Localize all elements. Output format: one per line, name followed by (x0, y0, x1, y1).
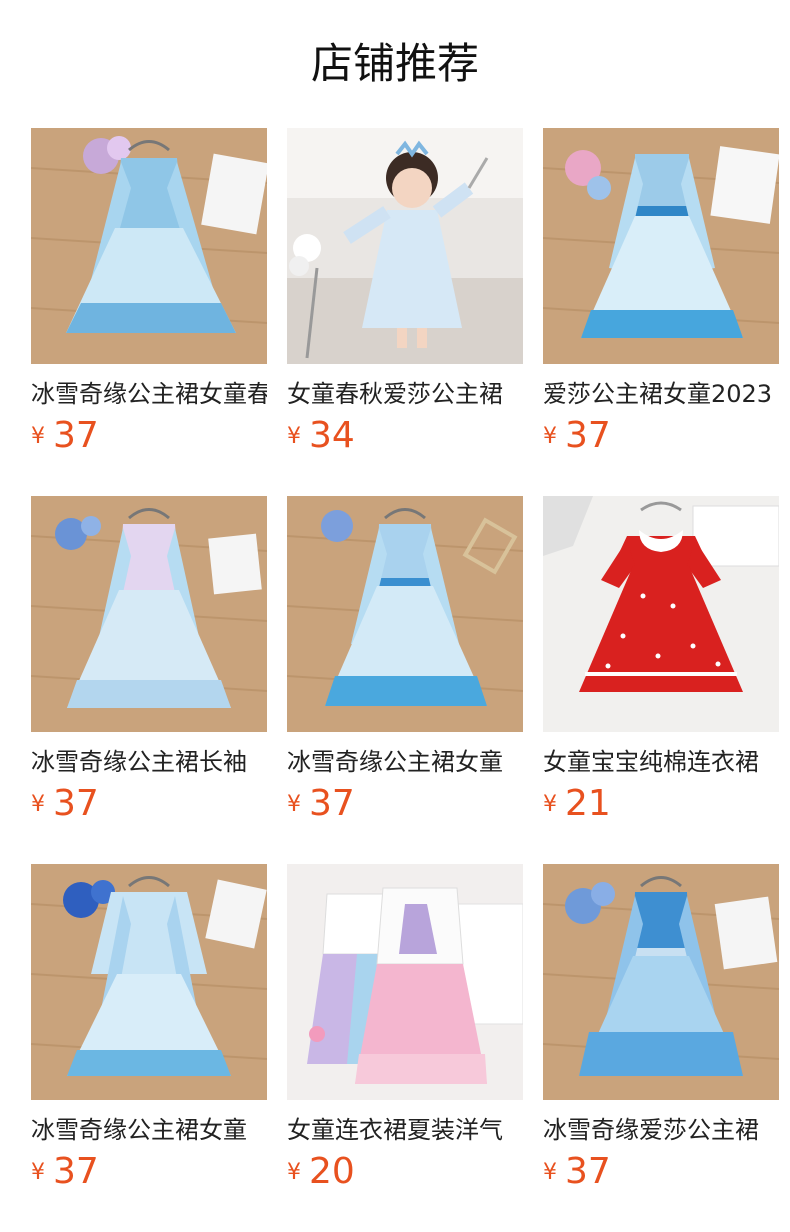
product-name[interactable]: 冰雪奇缘公主裙女童 (31, 1114, 267, 1150)
product-card[interactable]: 女童宝宝纯棉连衣裙 ¥21 (543, 496, 779, 836)
currency-symbol: ¥ (543, 792, 557, 817)
product-card[interactable]: 冰雪奇缘爱莎公主裙 ¥37 (543, 864, 779, 1204)
product-card[interactable]: 冰雪奇缘公主裙女童春秋 ¥37 (31, 128, 267, 468)
product-image[interactable] (31, 864, 267, 1100)
product-image[interactable] (31, 496, 267, 732)
product-image[interactable] (287, 496, 523, 732)
product-price: ¥37 (31, 1150, 99, 1196)
product-image[interactable] (543, 128, 779, 364)
currency-symbol: ¥ (287, 792, 301, 817)
product-price: ¥37 (31, 414, 99, 460)
product-name[interactable]: 冰雪奇缘公主裙女童 (287, 746, 523, 782)
price-value: 37 (565, 1151, 611, 1192)
currency-symbol: ¥ (31, 792, 45, 817)
product-card[interactable]: 冰雪奇缘公主裙女童 ¥37 (31, 864, 267, 1204)
product-card[interactable]: 冰雪奇缘公主裙女童 ¥37 (287, 496, 523, 836)
product-price: ¥20 (287, 1150, 355, 1196)
product-name[interactable]: 女童春秋爱莎公主裙 (287, 378, 523, 414)
currency-symbol: ¥ (287, 1160, 301, 1185)
price-value: 21 (565, 783, 611, 824)
product-price: ¥34 (287, 414, 355, 460)
product-card[interactable]: 爱莎公主裙女童2023 ¥37 (543, 128, 779, 468)
price-value: 37 (53, 415, 99, 456)
price-value: 37 (53, 1151, 99, 1192)
product-name[interactable]: 冰雪奇缘公主裙女童春秋 (31, 378, 267, 414)
currency-symbol: ¥ (543, 424, 557, 449)
section-title: 店铺推荐 (310, 39, 479, 88)
product-price: ¥21 (543, 782, 611, 828)
product-price: ¥37 (287, 782, 355, 828)
product-name[interactable]: 冰雪奇缘公主裙长袖 (31, 746, 267, 782)
currency-symbol: ¥ (31, 424, 45, 449)
price-value: 20 (309, 1151, 355, 1192)
currency-symbol: ¥ (287, 424, 301, 449)
currency-symbol: ¥ (543, 1160, 557, 1185)
product-image[interactable] (287, 864, 523, 1100)
product-name[interactable]: 爱莎公主裙女童2023 (543, 378, 779, 414)
product-price: ¥37 (543, 1150, 611, 1196)
product-card[interactable]: 冰雪奇缘公主裙长袖 ¥37 (31, 496, 267, 836)
product-image[interactable] (31, 128, 267, 364)
product-card[interactable]: 女童春秋爱莎公主裙 ¥34 (287, 128, 523, 468)
product-price: ¥37 (31, 782, 99, 828)
price-value: 34 (309, 415, 355, 456)
product-card[interactable]: 女童连衣裙夏装洋气 ¥20 (287, 864, 523, 1204)
price-value: 37 (53, 783, 99, 824)
product-image[interactable] (543, 864, 779, 1100)
price-value: 37 (565, 415, 611, 456)
product-name[interactable]: 女童宝宝纯棉连衣裙 (543, 746, 779, 782)
product-name[interactable]: 女童连衣裙夏装洋气 (287, 1114, 523, 1150)
price-value: 37 (309, 783, 355, 824)
currency-symbol: ¥ (31, 1160, 45, 1185)
product-name[interactable]: 冰雪奇缘爱莎公主裙 (543, 1114, 779, 1150)
product-image[interactable] (287, 128, 523, 364)
product-image[interactable] (543, 496, 779, 732)
product-price: ¥37 (543, 414, 611, 460)
